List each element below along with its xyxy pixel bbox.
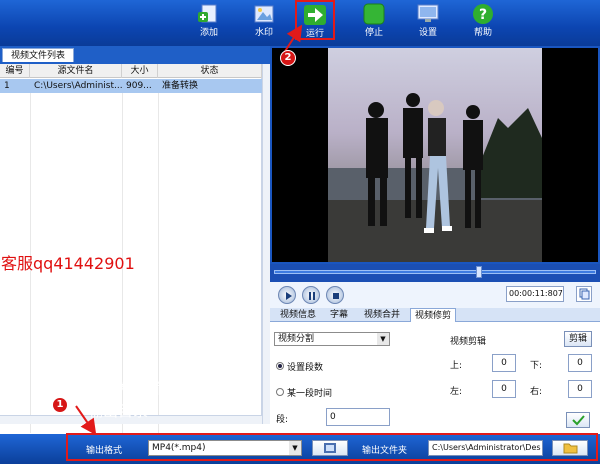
radio-time-range-label: 某一段时间 [287, 389, 333, 399]
row-filename: C:\Users\Administ... [34, 81, 122, 91]
tab-video-trim[interactable]: 视频修剪 [410, 308, 457, 322]
trim-panel: 视频分割 ▼ 设置段数 某一段时间 段: 0 视频剪辑 剪辑 上: 0 下: 0… [270, 322, 600, 434]
playback-controls: 00:00:11:807 [270, 282, 600, 308]
run-button[interactable]: 运行 [295, 0, 335, 40]
output-highlight-box [66, 433, 598, 461]
annotation-note-line1: 设置视频输出格式、 [88, 380, 224, 398]
time-display: 00:00:11:807 [506, 286, 564, 302]
watermark-button-label: 水印 [254, 28, 273, 38]
watermark-button[interactable]: 水印 [241, 1, 287, 41]
crop-button[interactable]: 剪辑 [564, 331, 592, 347]
row-status: 准备转换 [162, 81, 199, 91]
top-label: 上: [450, 361, 463, 371]
tab-video-info[interactable]: 视频信息 [276, 308, 320, 322]
run-arrow-icon [304, 5, 326, 25]
seek-bar[interactable] [270, 264, 600, 282]
file-list-panel: 视频文件列表 编号 源文件名 大小 状态 1 C:\Users\Administ… [0, 46, 270, 434]
stop-button-label: 停止 [364, 28, 383, 38]
bottom-input[interactable]: 0 [568, 354, 592, 372]
top-input[interactable]: 0 [492, 354, 516, 372]
video-preview [270, 46, 600, 264]
copy-icon [579, 288, 590, 300]
column-header[interactable]: 编号 [0, 64, 30, 78]
radio-set-segments-label: 设置段数 [287, 363, 324, 373]
settings-button-label: 设置 [418, 28, 437, 38]
checkmark-icon [572, 415, 585, 426]
crop-title: 视频剪辑 [450, 337, 487, 347]
seek-track [274, 270, 596, 274]
left-input[interactable]: 0 [492, 380, 516, 398]
settings-monitor-icon [417, 4, 439, 22]
stop-button[interactable]: 停止 [351, 1, 397, 41]
edit-tabs: 视频信息 字幕 视频合并 视频修剪 [270, 308, 600, 322]
seek-thumb[interactable] [476, 266, 483, 278]
row-size: 909... [126, 81, 152, 91]
play-button[interactable] [278, 286, 296, 304]
split-mode-value: 视频分割 [278, 334, 315, 344]
support-qq-text: 客服qq41442901 [1, 254, 135, 273]
add-button-label: 添加 [199, 28, 218, 38]
pause-icon [309, 292, 315, 300]
run-button-label: 运行 [305, 29, 324, 39]
video-scene-image [328, 93, 542, 262]
right-input[interactable]: 0 [568, 380, 592, 398]
chevron-down-icon: ▼ [377, 333, 389, 345]
add-file-icon [198, 4, 217, 23]
segments-input[interactable]: 0 [326, 408, 390, 426]
radio-set-segments[interactable] [276, 362, 284, 370]
tab-subtitles[interactable]: 字幕 [326, 308, 352, 322]
split-mode-select[interactable]: 视频分割 ▼ [274, 332, 390, 346]
toolbar: 添加 水印 运行 停止 设置 ? 帮助 [0, 0, 600, 46]
play-icon [286, 292, 292, 300]
tab-video-merge[interactable]: 视频合并 [360, 308, 404, 322]
file-list-tabbar: 视频文件列表 [0, 46, 270, 64]
copy-time-button[interactable] [576, 286, 592, 302]
annotation-badge-2: 2 [280, 50, 296, 66]
settings-button[interactable]: 设置 [405, 1, 451, 41]
column-header[interactable]: 大小 [122, 64, 158, 78]
table-row[interactable]: 1 C:\Users\Administ... 909... 准备转换 [0, 79, 262, 93]
annotation-badge-1: 1 [52, 397, 68, 413]
svg-text:?: ? [479, 7, 487, 23]
stop-square-icon [333, 293, 339, 299]
app-window: 添加 水印 运行 停止 设置 ? 帮助 视频文件列表 编号 源文件名 大小 状态… [0, 0, 600, 464]
file-table: 编号 源文件名 大小 状态 1 C:\Users\Administ... 909… [0, 64, 262, 433]
left-label: 左: [450, 387, 463, 397]
bottom-label: 下: [530, 361, 543, 371]
column-header[interactable]: 源文件名 [30, 64, 122, 78]
table-header: 编号 源文件名 大小 状态 [0, 64, 262, 78]
right-label: 右: [530, 387, 543, 397]
help-icon: ? [473, 4, 493, 24]
segments-label: 段: [276, 415, 289, 425]
column-header[interactable]: 状态 [158, 64, 262, 78]
help-button-label: 帮助 [473, 28, 492, 38]
watermark-icon [254, 5, 274, 23]
vertical-scrollbar[interactable] [262, 64, 270, 424]
help-button[interactable]: ? 帮助 [460, 1, 506, 41]
pause-button[interactable] [302, 286, 320, 304]
tab-file-list[interactable]: 视频文件列表 [2, 48, 75, 62]
stop-icon [363, 3, 385, 25]
annotation-note-line2: 输出目录 [88, 402, 149, 420]
confirm-button[interactable] [566, 412, 590, 428]
add-button[interactable]: 添加 [186, 1, 232, 41]
video-frame [328, 48, 542, 262]
row-index: 1 [4, 81, 10, 91]
stop-playback-button[interactable] [326, 286, 344, 304]
radio-time-range[interactable] [276, 388, 284, 396]
